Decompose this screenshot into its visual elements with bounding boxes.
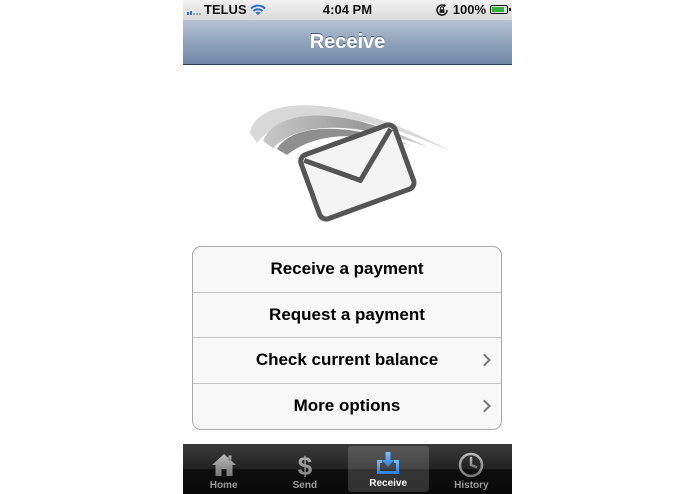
tab-label: Receive — [369, 478, 408, 489]
phone-screen: TELUS 4:04 PM 100% Receive Receive a pay… — [183, 0, 512, 494]
receive-payment-button[interactable]: Receive a payment — [193, 247, 501, 293]
chevron-right-icon — [478, 353, 491, 367]
envelope-logo-icon — [250, 105, 450, 222]
dollar-icon: $ — [298, 452, 313, 478]
action-menu: Receive a payment Request a payment Chec… — [192, 246, 502, 430]
menu-item-label: Receive a payment — [270, 259, 424, 279]
request-payment-button[interactable]: Request a payment — [193, 293, 501, 338]
tab-send[interactable]: $ Send — [264, 444, 345, 494]
svg-text:$: $ — [298, 452, 313, 478]
page-title: Receive — [309, 31, 386, 53]
tab-label: History — [454, 480, 489, 491]
more-options-button[interactable]: More options — [193, 384, 501, 430]
battery-icon — [490, 5, 511, 14]
navigation-bar: Receive — [183, 20, 512, 65]
battery-percent: 100% — [452, 2, 486, 17]
download-tray-icon — [377, 452, 400, 474]
tab-bar: Home $ Send Receive History — [183, 444, 512, 494]
tab-label: Home — [209, 480, 238, 491]
check-balance-button[interactable]: Check current balance — [193, 338, 501, 384]
battery-fill — [492, 7, 504, 12]
status-bar: TELUS 4:04 PM 100% — [183, 0, 512, 20]
orientation-lock-icon — [435, 3, 448, 16]
tab-receive[interactable]: Receive — [347, 446, 429, 492]
home-icon — [211, 454, 236, 476]
menu-item-label: Request a payment — [269, 304, 425, 324]
clock-icon — [459, 452, 484, 478]
chevron-right-icon — [478, 399, 491, 413]
status-right: 100% — [435, 2, 511, 17]
menu-item-label: More options — [293, 396, 401, 416]
menu-item-label: Check current balance — [255, 350, 439, 370]
tab-history[interactable]: History — [431, 444, 512, 494]
tab-label: Send — [292, 480, 318, 491]
tab-home[interactable]: Home — [183, 444, 264, 494]
